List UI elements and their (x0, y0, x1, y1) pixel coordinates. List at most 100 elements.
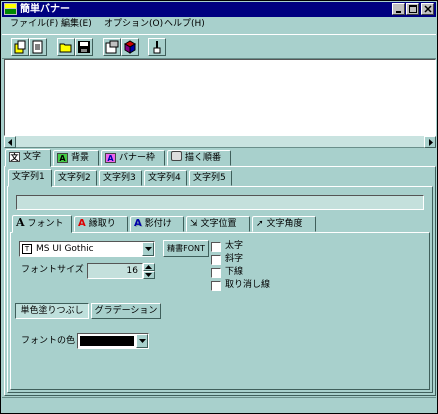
text-input[interactable] (16, 195, 424, 210)
window-title: 簡単バナー (20, 4, 70, 15)
tab-background-label: 背景 (71, 153, 90, 163)
scroll-right-button[interactable] (424, 136, 436, 148)
text-panel: 文字列1 文字列2 文字列3 文字列4 文字列5 A フォント A 縁取り A 影付け… (4, 166, 436, 396)
tab-font-label: フォント (27, 219, 64, 229)
status-bar (2, 397, 436, 413)
chevron-up-icon (145, 265, 152, 269)
menu-bar: ファイル(F) 編集(E) オプション(O) ヘルプ(H) (2, 17, 436, 32)
tab-outline-label: 縁取り (88, 219, 116, 229)
maximize-button[interactable] (406, 3, 419, 15)
font-size-spinner[interactable] (143, 263, 155, 279)
tab-string-1-label: 文字列1 (12, 172, 45, 182)
properties-button[interactable] (103, 38, 121, 56)
copy-icon (32, 40, 43, 54)
brush-icon (153, 41, 161, 54)
tab-font[interactable]: A フォント (12, 215, 72, 233)
properties-icon (105, 40, 119, 54)
tab-banner-frame[interactable]: A バナー枠 (101, 150, 165, 166)
chevron-down-icon (144, 247, 152, 251)
book-icon (124, 40, 136, 54)
underline-label: 下線 (225, 267, 244, 277)
bold-label: 太字 (225, 241, 244, 251)
copy-button[interactable] (29, 38, 47, 56)
open-button[interactable] (57, 38, 75, 56)
chevron-down-icon (138, 339, 146, 343)
tab-background[interactable]: A 背景 (53, 150, 99, 166)
frame-tab-icon: A (105, 153, 116, 163)
font-select[interactable]: T MS UI Gothic (19, 241, 155, 257)
background-tab-icon: A (57, 153, 68, 163)
tab-string-5-label: 文字列5 (193, 173, 226, 183)
strikethrough-label: 取り消し線 (225, 280, 271, 290)
brush-button[interactable] (148, 38, 166, 56)
bold-checkbox[interactable] (211, 242, 221, 252)
tab-string-4[interactable]: 文字列4 (144, 170, 187, 186)
open-folder-icon (59, 43, 72, 53)
spinner-up-button[interactable] (143, 263, 155, 271)
book-button[interactable] (121, 38, 139, 56)
minimize-button[interactable] (392, 3, 405, 15)
banner-preview[interactable] (4, 59, 436, 136)
chevron-down-icon (145, 273, 152, 277)
order-tab-icon (171, 151, 182, 161)
text-tab-icon: 文 (9, 152, 20, 162)
font-size-input[interactable]: 16 (87, 263, 143, 279)
menu-help[interactable]: ヘルプ(H) (162, 18, 207, 31)
font-tab-icon: A (16, 216, 25, 229)
strikethrough-checkbox[interactable] (211, 281, 221, 291)
new-button[interactable] (11, 38, 29, 56)
tab-shadow-label: 影付け (144, 219, 172, 229)
solid-fill-button[interactable]: 単色塗りつぶし (15, 303, 89, 319)
right-arrow-icon (428, 138, 433, 146)
tab-shadow[interactable]: A 影付け (130, 216, 184, 232)
tab-text-label: 文字 (23, 152, 42, 162)
tab-string-1[interactable]: 文字列1 (8, 169, 52, 187)
menu-options[interactable]: オプション(O) (102, 18, 165, 31)
tab-string-3-label: 文字列3 (103, 173, 136, 183)
app-window: 簡単バナー ファイル(F) 編集(E) オプション(O) ヘルプ(H) 文 文字… (0, 0, 438, 414)
maximize-icon (408, 5, 417, 13)
menu-edit[interactable]: 編集(E) (59, 18, 94, 31)
tab-string-3[interactable]: 文字列3 (99, 170, 142, 186)
scroll-left-button[interactable] (4, 136, 16, 148)
tab-string-4-label: 文字列4 (148, 173, 181, 183)
string-panel: A フォント A 縁取り A 影付け ⇲ 文字位置 ➚ 文字角度 T MS UI Goth… (7, 186, 433, 393)
spinner-down-button[interactable] (143, 271, 155, 279)
font-color-dropdown[interactable] (136, 334, 148, 348)
save-icon (78, 41, 90, 53)
font-color-picker[interactable] (77, 333, 149, 349)
tab-text-angle[interactable]: ➚ 文字角度 (252, 216, 316, 232)
tab-string-2-label: 文字列2 (58, 173, 91, 183)
font-panel: T MS UI Gothic 精書FONT フォントサイズ 16 太字 斜字 下… (10, 232, 430, 390)
title-bar[interactable]: 簡単バナー (2, 2, 436, 17)
outline-tab-icon: A (78, 218, 86, 229)
font-size-value: 16 (126, 266, 138, 276)
tab-text[interactable]: 文文字 (5, 149, 51, 167)
underline-checkbox[interactable] (211, 268, 221, 278)
minimize-icon (396, 10, 401, 13)
tab-outline[interactable]: A 縁取り (74, 216, 128, 232)
font-size-label: フォントサイズ (21, 265, 84, 275)
shadow-tab-icon: A (134, 218, 142, 229)
save-button[interactable] (75, 38, 93, 56)
font-color-label: フォントの色 (21, 336, 76, 346)
angle-tab-icon: ➚ (256, 219, 264, 229)
close-button[interactable] (421, 3, 434, 15)
horizontal-scrollbar[interactable] (4, 136, 436, 148)
tab-draw-order[interactable]: 描く順番 (167, 150, 231, 166)
menu-file[interactable]: ファイル(F) (8, 18, 60, 31)
toolbar (2, 34, 436, 59)
tab-string-2[interactable]: 文字列2 (54, 170, 97, 186)
font-select-dropdown[interactable] (142, 242, 154, 256)
tab-string-5[interactable]: 文字列5 (189, 170, 232, 186)
italic-checkbox[interactable] (211, 255, 221, 265)
position-tab-icon: ⇲ (190, 219, 198, 229)
close-icon (423, 5, 432, 13)
tab-text-position[interactable]: ⇲ 文字位置 (186, 216, 250, 232)
fixed-font-button[interactable]: 精書FONT (163, 240, 209, 257)
tab-text-position-label: 文字位置 (200, 219, 237, 229)
new-icon (14, 40, 26, 54)
tab-text-angle-label: 文字角度 (266, 219, 303, 229)
left-arrow-icon (7, 138, 12, 146)
gradient-button[interactable]: グラデーション (91, 303, 161, 319)
